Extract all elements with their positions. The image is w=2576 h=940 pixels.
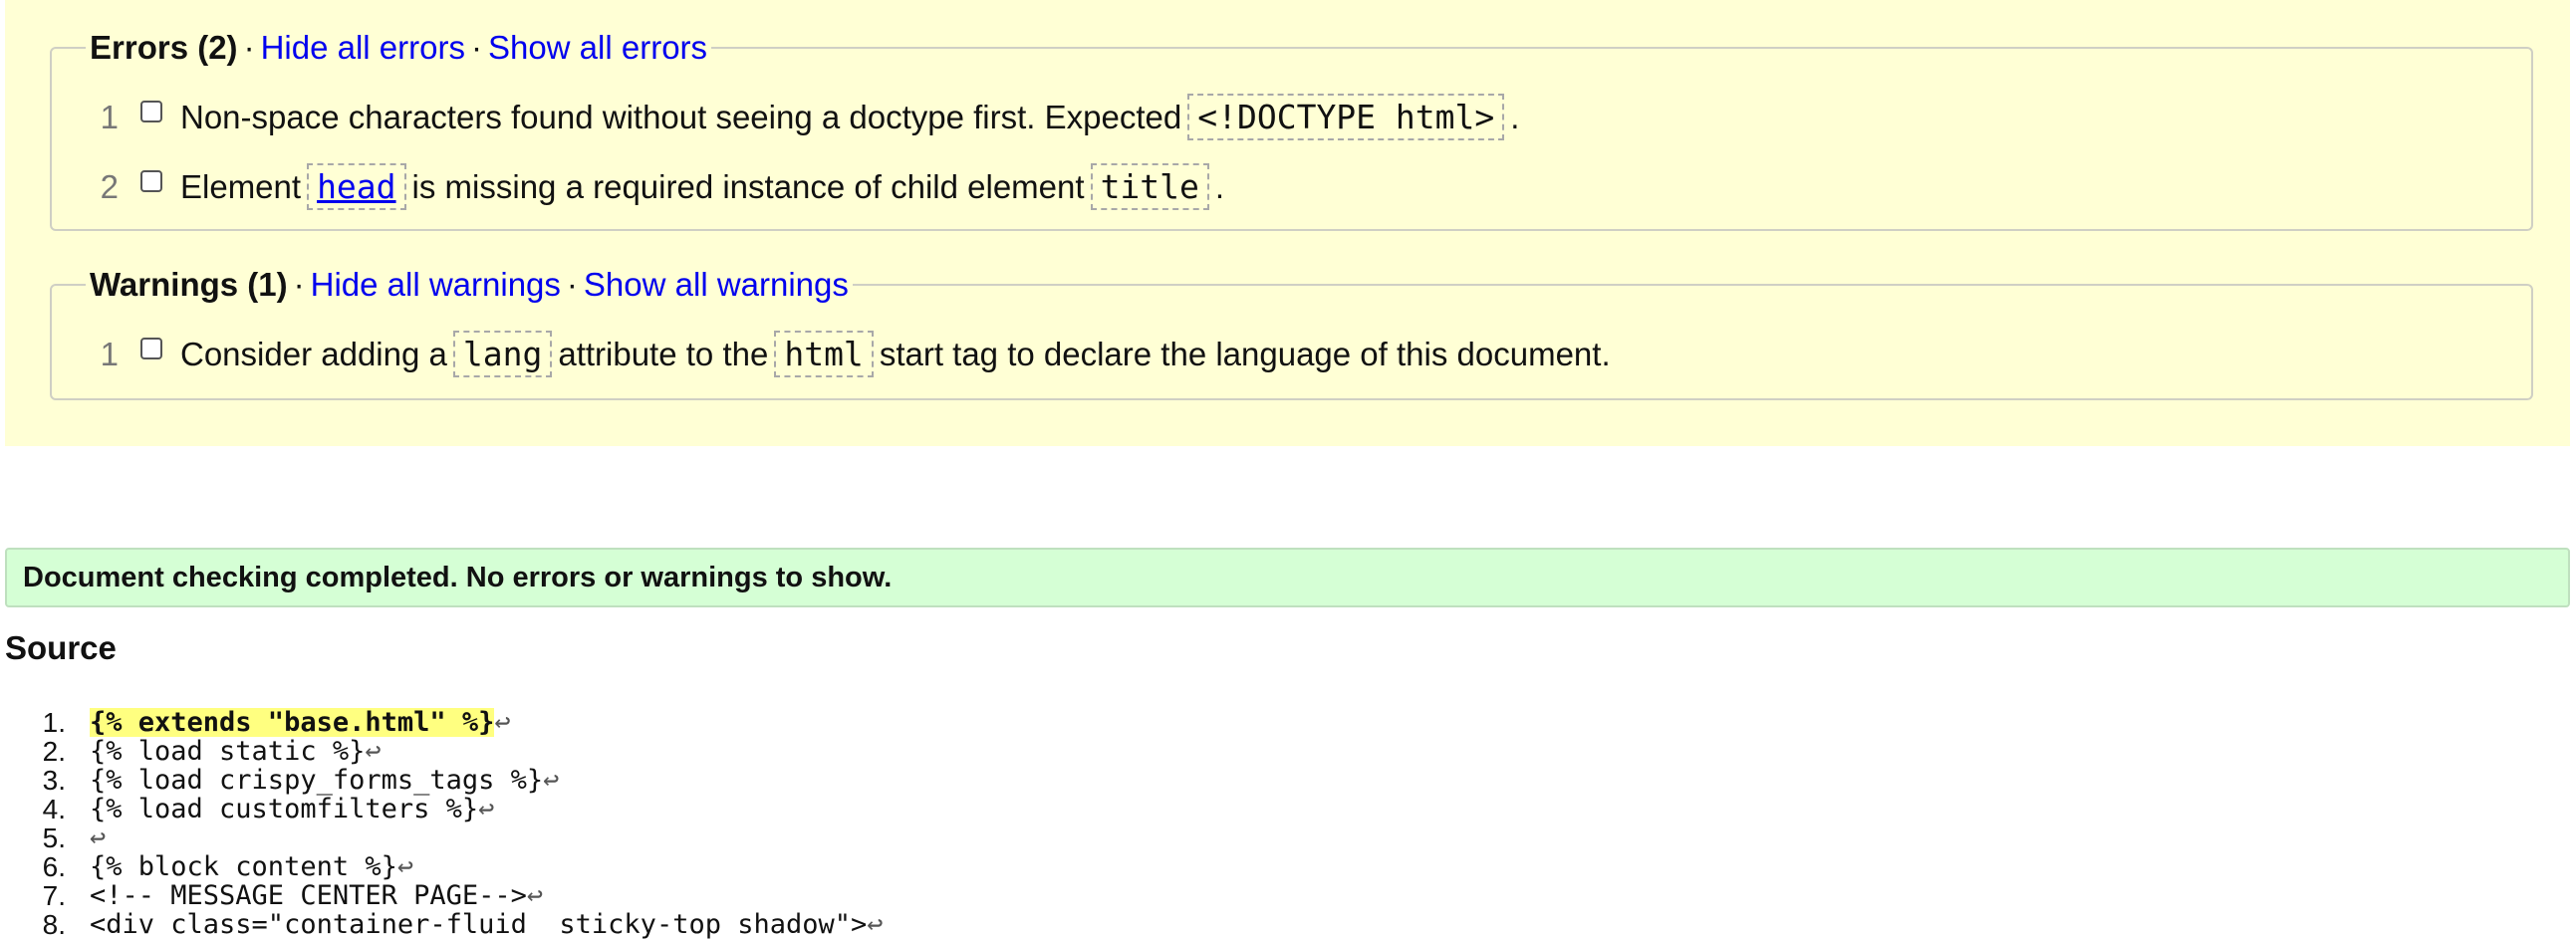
warnings-heading: Warnings (1) — [90, 266, 288, 303]
error-text-end: . — [1214, 167, 1225, 205]
source-line-text: <div class="container-fluid sticky-top s… — [90, 909, 868, 940]
line-number: 7. — [42, 880, 66, 911]
hide-all-errors-link[interactable]: Hide all errors — [261, 29, 465, 66]
return-icon: ↩ — [90, 822, 107, 853]
warning-text: Consider adding a — [180, 335, 447, 372]
warning-checkbox[interactable] — [140, 337, 162, 359]
line-number: 5. — [42, 822, 66, 853]
return-icon: ↩ — [867, 909, 884, 940]
errors-legend: Errors (2) · Hide all errors · Show all erro… — [86, 28, 711, 68]
source-line-text: {% load static %} — [90, 736, 366, 767]
show-all-warnings-link[interactable]: Show all warnings — [584, 266, 849, 303]
legend-separator: · — [470, 29, 482, 66]
source-line: 2. {% load static %} ↩ — [0, 737, 884, 766]
legend-separator: · — [293, 266, 305, 303]
warning-number: 1 — [100, 335, 119, 372]
source-listing: 1. {% extends "base.html" %} ↩ 2. {% load s… — [0, 708, 884, 939]
legend-separator: · — [566, 266, 578, 303]
return-icon: ↩ — [396, 851, 414, 882]
error-checkbox[interactable] — [140, 169, 162, 192]
error-code: <!DOCTYPE html> — [1187, 94, 1505, 140]
source-line-text: {% load crispy_forms_tags %} — [90, 765, 544, 796]
error-text: Element — [180, 167, 302, 205]
source-line: 5. ↩ — [0, 823, 884, 852]
warning-text-end: start tag to declare the language of thi… — [879, 335, 1611, 372]
source-line: 3. {% load crispy_forms_tags %} ↩ — [0, 766, 884, 795]
source-heading: Source — [5, 629, 117, 666]
return-icon: ↩ — [526, 880, 544, 911]
source-line-text: <!-- MESSAGE CENTER PAGE--> — [90, 880, 527, 911]
line-number: 4. — [42, 794, 66, 824]
errors-heading: Errors (2) — [90, 29, 238, 66]
warning-code: html — [774, 331, 874, 377]
warnings-legend: Warnings (1) · Hide all warnings · Show all … — [86, 265, 853, 305]
warning-item-1: 1 Consider adding a lang attribute to th… — [59, 331, 1611, 377]
error-number: 1 — [100, 98, 119, 135]
legend-separator: · — [243, 29, 255, 66]
head-element-link[interactable]: head — [307, 163, 406, 210]
return-icon: ↩ — [365, 736, 382, 767]
source-line: 4. {% load customfilters %} ↩ — [0, 795, 884, 823]
source-line: 7. <!-- MESSAGE CENTER PAGE--> ↩ — [0, 881, 884, 910]
messages-panel: Errors (2) · Hide all errors · Show all erro… — [5, 0, 2570, 446]
source-line: 1. {% extends "base.html" %} ↩ — [0, 708, 884, 737]
warning-text-mid: attribute to the — [558, 335, 769, 372]
source-line-text-highlighted: {% extends "base.html" %} — [90, 707, 495, 738]
source-line: 8. <div class="container-fluid sticky-top… — [0, 910, 884, 939]
error-number: 2 — [100, 167, 119, 205]
error-text-mid: is missing a required instance of child … — [411, 167, 1085, 205]
source-line-text: {% load customfilters %} — [90, 794, 479, 824]
return-icon: ↩ — [494, 707, 511, 738]
return-icon: ↩ — [478, 794, 495, 824]
line-number: 1. — [42, 707, 66, 738]
show-all-errors-link[interactable]: Show all errors — [488, 29, 707, 66]
hide-all-warnings-link[interactable]: Hide all warnings — [311, 266, 561, 303]
error-item-1: 1 Non-space characters found without see… — [59, 94, 1519, 140]
success-banner: Document checking completed. No errors o… — [5, 548, 2570, 607]
error-text: Non-space characters found without seein… — [180, 98, 1182, 135]
line-number: 3. — [42, 765, 66, 796]
warning-code: lang — [452, 331, 553, 377]
error-checkbox[interactable] — [140, 100, 162, 122]
source-line-text: {% block content %} — [90, 851, 397, 882]
source-line: 6. {% block content %} ↩ — [0, 852, 884, 881]
error-code: title — [1090, 163, 1209, 210]
error-text-end: . — [1510, 98, 1520, 135]
line-number: 8. — [42, 909, 66, 940]
line-number: 6. — [42, 851, 66, 882]
return-icon: ↩ — [543, 765, 560, 796]
line-number: 2. — [42, 736, 66, 767]
error-item-2: 2 Element head is missing a required ins… — [59, 163, 1224, 210]
